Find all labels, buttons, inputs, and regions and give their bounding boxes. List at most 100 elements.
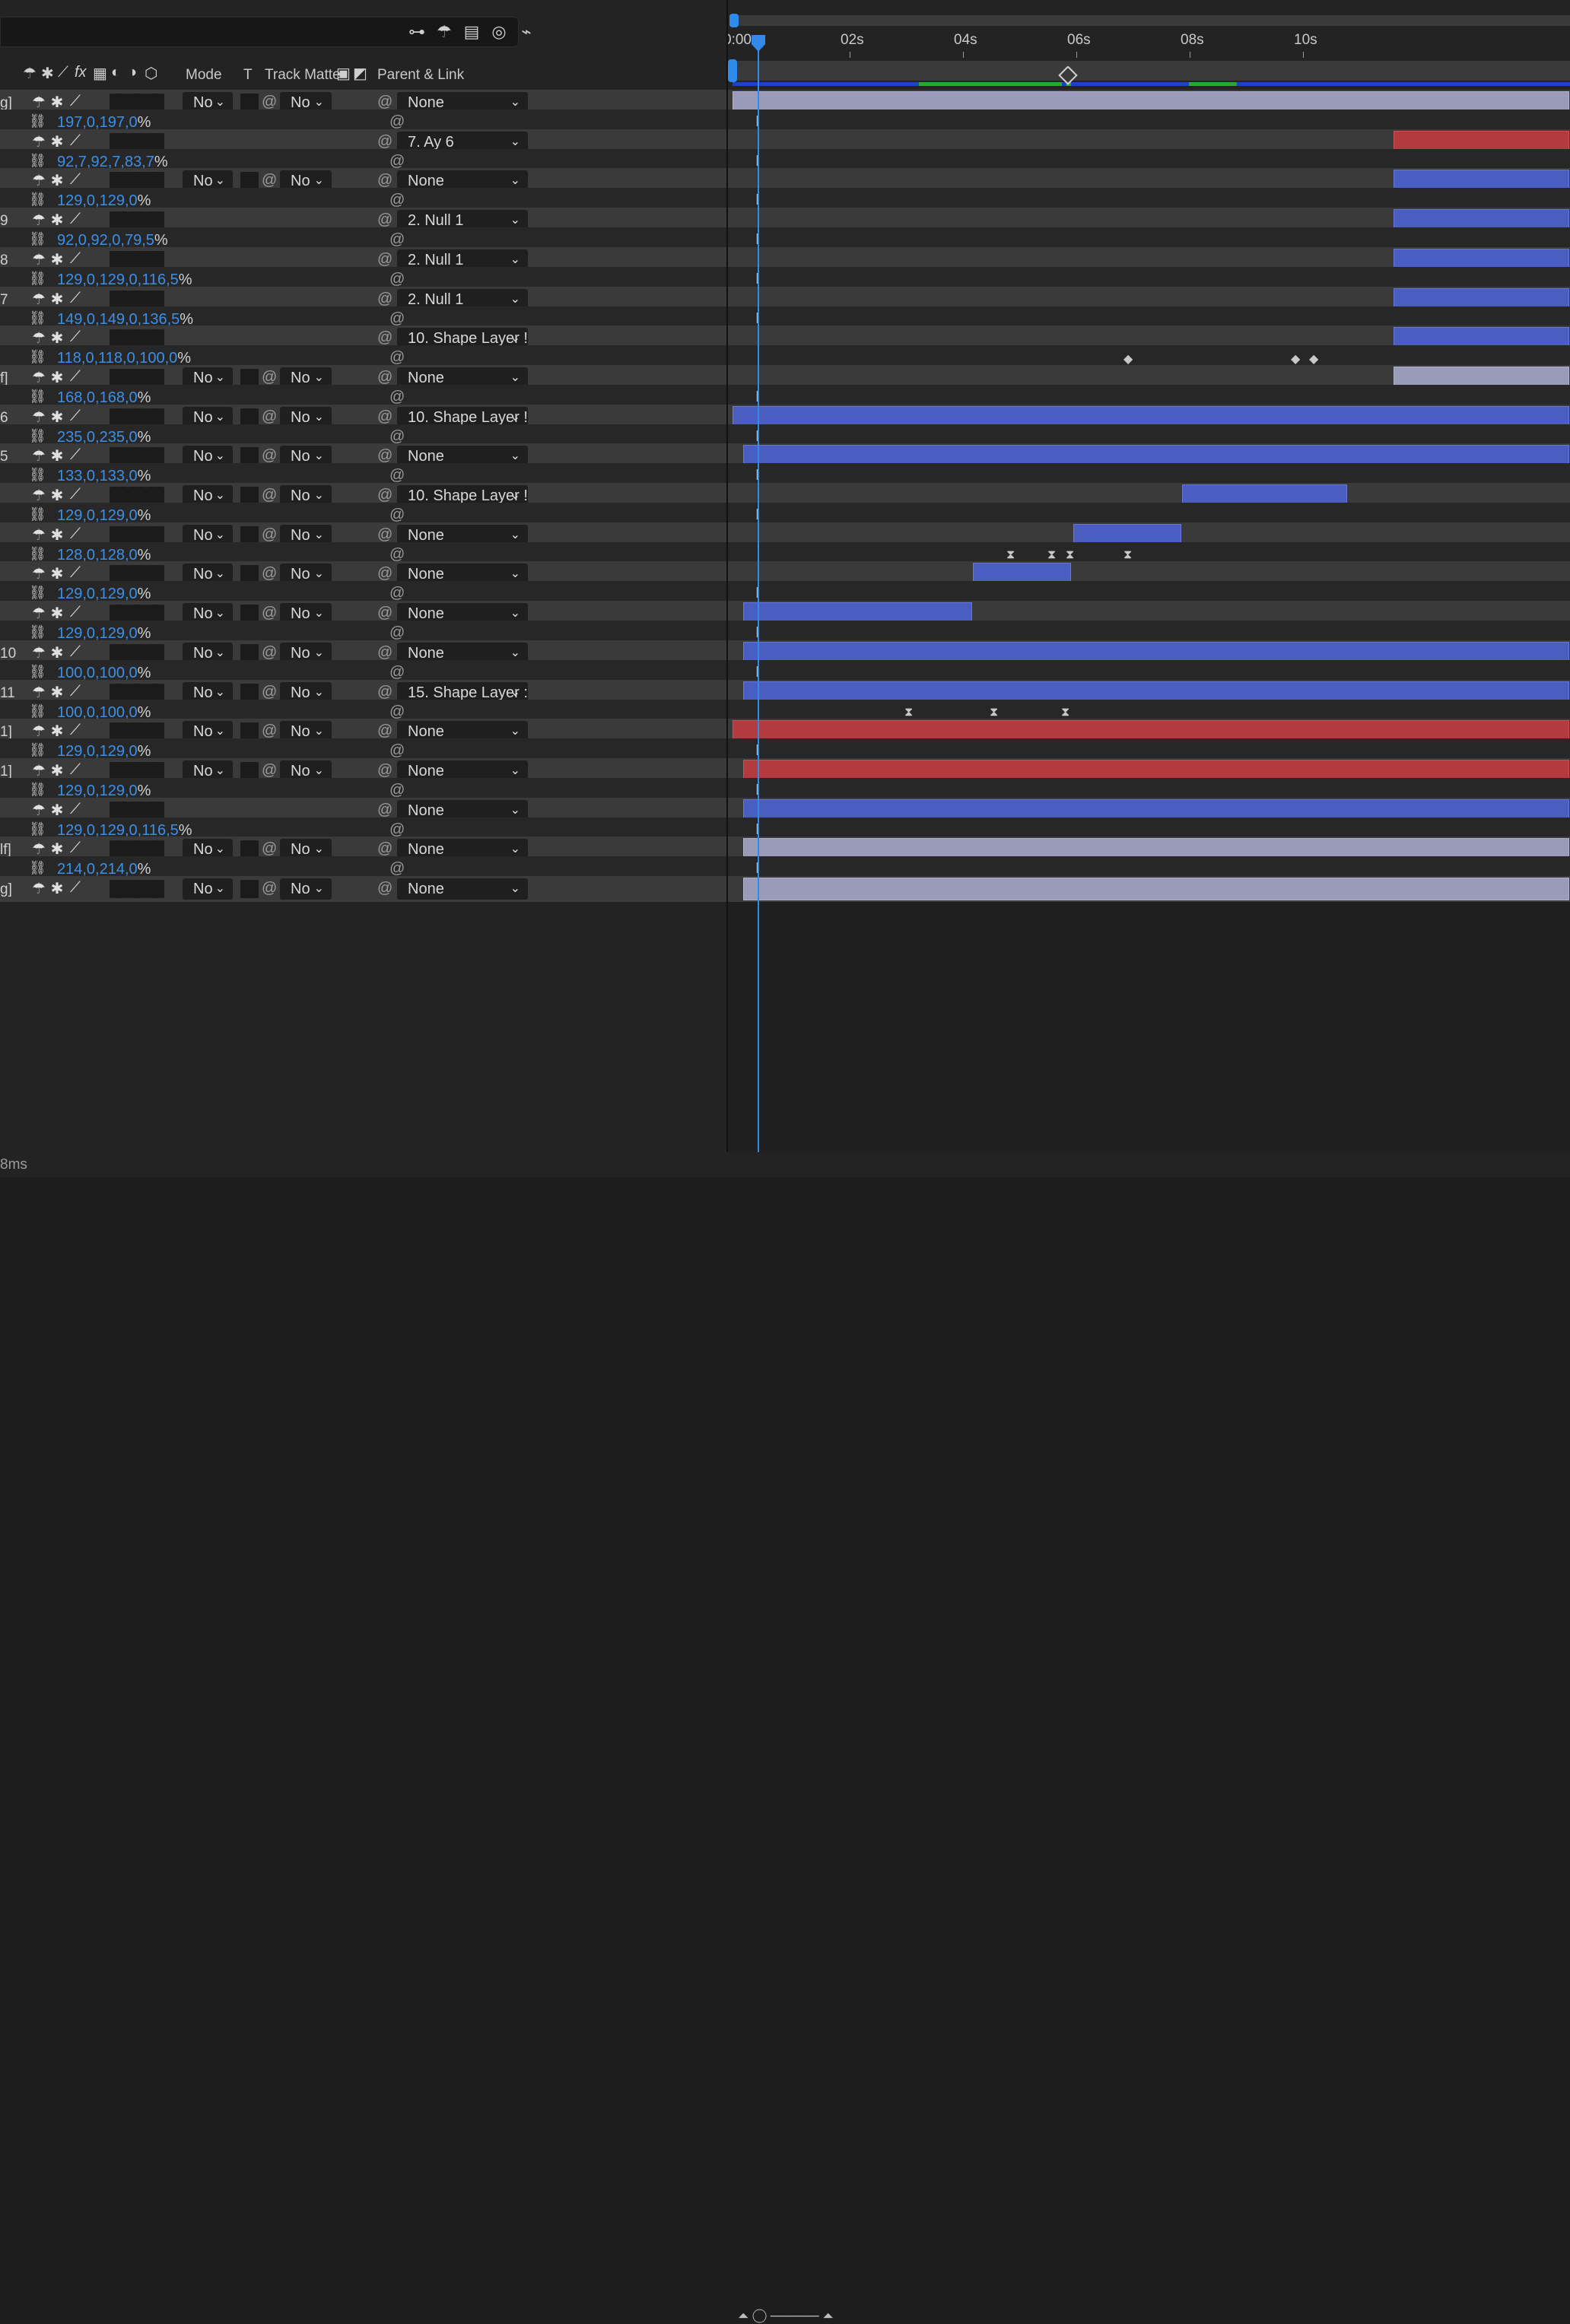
- parent-pickwhip-icon[interactable]: @: [377, 329, 392, 347]
- parent-pickwhip-icon[interactable]: @: [377, 447, 392, 465]
- matte-pickwhip-icon[interactable]: @: [262, 722, 277, 740]
- parent-dropdown[interactable]: None ⌄: [397, 878, 528, 900]
- quality-switch[interactable]: ⟋: [65, 604, 85, 621]
- expression-pickwhip-icon[interactable]: @: [389, 192, 405, 209]
- constrain-proportions-icon[interactable]: ⛓: [29, 664, 46, 680]
- zoom-slider[interactable]: ⏶ ◯ ───── ⏶: [738, 2308, 834, 2324]
- keyframe[interactable]: ⧗: [1047, 548, 1056, 562]
- quality-switch[interactable]: ⟋: [65, 132, 85, 150]
- quality-switch[interactable]: ⟋: [65, 643, 85, 661]
- expression-pickwhip-icon[interactable]: @: [389, 664, 405, 681]
- parent-pickwhip-icon[interactable]: @: [377, 251, 392, 268]
- expression-pickwhip-icon[interactable]: @: [389, 467, 405, 484]
- expression-pickwhip-icon[interactable]: @: [389, 231, 405, 249]
- keyframe[interactable]: ⧗: [1061, 706, 1069, 719]
- preserve-transparency-column[interactable]: T: [243, 67, 253, 84]
- switch-box[interactable]: [110, 880, 128, 898]
- expression-pickwhip-icon[interactable]: @: [389, 585, 405, 602]
- parent-pickwhip-icon[interactable]: @: [377, 840, 392, 858]
- constrain-proportions-icon[interactable]: ⛓: [29, 821, 46, 837]
- layer-row[interactable]: g] ☂ ✱ ⟋ No ⌄ @ No ⌄ @ None ⌄: [0, 876, 726, 902]
- parent-pickwhip-icon[interactable]: @: [377, 605, 392, 622]
- quality-switch[interactable]: ⟋: [65, 250, 85, 268]
- matte-pickwhip-icon[interactable]: @: [262, 172, 277, 189]
- 3d-layer-icon[interactable]: ⬡: [145, 64, 157, 83]
- parent-pickwhip-icon[interactable]: @: [377, 802, 392, 819]
- constrain-proportions-icon[interactable]: ⛓: [29, 153, 46, 169]
- parent-pickwhip-icon[interactable]: @: [377, 487, 392, 504]
- constrain-proportions-icon[interactable]: ⛓: [29, 506, 46, 522]
- navigator-start-handle[interactable]: [729, 14, 739, 27]
- matte-invert-icon[interactable]: ◩: [353, 64, 367, 83]
- motion-blur-icon[interactable]: ◐: [111, 64, 120, 81]
- constrain-proportions-icon[interactable]: ⛓: [29, 389, 46, 405]
- quality-switch[interactable]: ⟋: [65, 722, 85, 739]
- timeline-layer-row[interactable]: [728, 876, 1570, 902]
- constrain-proportions-icon[interactable]: ⛓: [29, 546, 46, 562]
- collapse-icon[interactable]: ✱: [41, 64, 54, 83]
- parent-pickwhip-icon[interactable]: @: [377, 762, 392, 779]
- parent-pickwhip-icon[interactable]: @: [377, 133, 392, 151]
- quality-switch[interactable]: ⟋: [65, 840, 85, 857]
- effects-icon[interactable]: fx: [75, 64, 87, 81]
- parent-pickwhip-icon[interactable]: @: [377, 290, 392, 308]
- parent-pickwhip-icon[interactable]: @: [377, 722, 392, 740]
- switch-box[interactable]: [128, 880, 146, 898]
- quality-switch[interactable]: ⟋: [65, 171, 85, 189]
- adjustment-icon[interactable]: ◑: [128, 64, 137, 81]
- frame-blend-icon[interactable]: ▦: [93, 64, 107, 83]
- quality-switch[interactable]: ⟋: [65, 879, 85, 897]
- expression-pickwhip-icon[interactable]: @: [389, 271, 405, 288]
- parent-link-column[interactable]: Parent & Link: [377, 67, 464, 84]
- work-area-start[interactable]: [728, 59, 737, 82]
- matte-icon[interactable]: ▣: [336, 64, 351, 83]
- parent-pickwhip-icon[interactable]: @: [377, 211, 392, 229]
- constrain-proportions-icon[interactable]: ⛓: [29, 585, 46, 601]
- expression-pickwhip-icon[interactable]: @: [389, 624, 405, 642]
- track-matte-dropdown[interactable]: No ⌄: [280, 878, 332, 900]
- constrain-proportions-icon[interactable]: ⛓: [29, 271, 46, 287]
- collapse-switch[interactable]: ✱: [47, 879, 67, 898]
- parent-pickwhip-icon[interactable]: @: [377, 408, 392, 426]
- expression-pickwhip-icon[interactable]: @: [389, 546, 405, 564]
- matte-pickwhip-icon[interactable]: @: [262, 94, 277, 111]
- quality-switch[interactable]: ⟋: [65, 408, 85, 425]
- matte-pickwhip-icon[interactable]: @: [262, 526, 277, 544]
- parent-pickwhip-icon[interactable]: @: [377, 369, 392, 386]
- mode-column[interactable]: Mode: [186, 67, 222, 84]
- film-icon[interactable]: ▤: [459, 20, 484, 44]
- playhead-line[interactable]: [758, 35, 759, 1153]
- quality-switch[interactable]: ⟋: [65, 290, 85, 307]
- quality-switch[interactable]: ⟋: [65, 368, 85, 386]
- quality-switch[interactable]: ⟋: [65, 486, 85, 503]
- matte-pickwhip-icon[interactable]: @: [262, 644, 277, 662]
- keyframe[interactable]: ⧗: [1066, 548, 1074, 562]
- parent-pickwhip-icon[interactable]: @: [377, 880, 392, 897]
- shy-icon[interactable]: ☂: [23, 64, 37, 83]
- matte-pickwhip-icon[interactable]: @: [262, 447, 277, 465]
- expression-pickwhip-icon[interactable]: @: [389, 153, 405, 170]
- quality-switch[interactable]: ⟋: [65, 801, 85, 818]
- quality-switch[interactable]: ⟋: [65, 525, 85, 543]
- matte-pickwhip-icon[interactable]: @: [262, 369, 277, 386]
- keyframe[interactable]: ⧗: [904, 706, 913, 719]
- quality-switch[interactable]: ⟋: [65, 329, 85, 346]
- matte-pickwhip-icon[interactable]: @: [262, 487, 277, 504]
- constrain-proportions-icon[interactable]: ⛓: [29, 860, 46, 876]
- work-area-bar[interactable]: [728, 59, 1570, 86]
- parent-pickwhip-icon[interactable]: @: [377, 172, 392, 189]
- parent-pickwhip-icon[interactable]: @: [377, 644, 392, 662]
- matte-pickwhip-icon[interactable]: @: [262, 565, 277, 583]
- keyframe[interactable]: ⧗: [1123, 548, 1132, 562]
- parent-pickwhip-icon[interactable]: @: [377, 526, 392, 544]
- constrain-proportions-icon[interactable]: ⛓: [29, 742, 46, 758]
- keyframe[interactable]: ⧗: [1006, 548, 1015, 562]
- matte-pickwhip-icon[interactable]: @: [262, 408, 277, 426]
- expression-pickwhip-icon[interactable]: @: [389, 310, 405, 328]
- quality-switch[interactable]: ⟋: [65, 93, 85, 110]
- constrain-proportions-icon[interactable]: ⛓: [29, 113, 46, 129]
- expression-pickwhip-icon[interactable]: @: [389, 506, 405, 524]
- expression-pickwhip-icon[interactable]: @: [389, 389, 405, 406]
- quality-switch[interactable]: ⟋: [65, 211, 85, 228]
- constrain-proportions-icon[interactable]: ⛓: [29, 467, 46, 483]
